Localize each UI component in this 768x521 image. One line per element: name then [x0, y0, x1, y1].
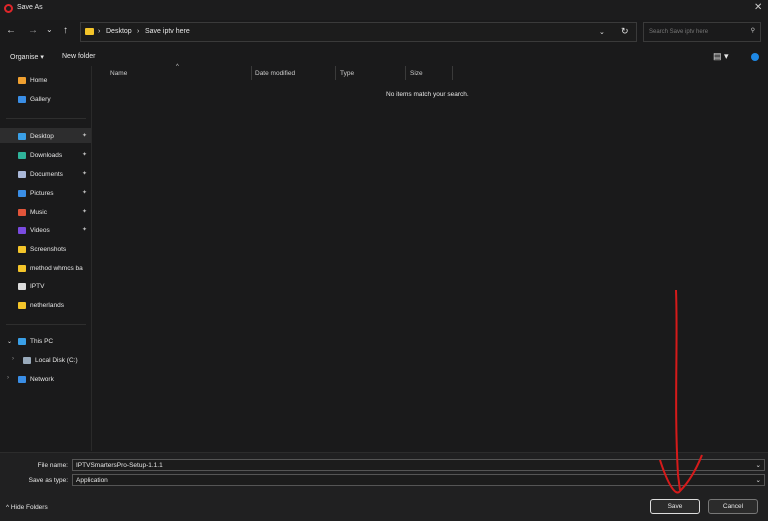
pin-icon[interactable]: ✦ [82, 170, 87, 177]
label: Screenshots [30, 246, 66, 253]
chevron-down-icon[interactable]: ⌄ [756, 461, 761, 469]
save-as-type-label: Save as type: [0, 477, 68, 484]
videos-icon [18, 227, 26, 234]
label: Music [30, 209, 47, 216]
sidebar-item-iptv[interactable]: IPTV [18, 279, 90, 293]
search-input[interactable]: Search Save iptv here ⚲ [643, 22, 761, 42]
label: netherlands [30, 302, 64, 309]
column-size[interactable]: Size [410, 70, 423, 77]
sidebar-item-netherlands[interactable]: netherlands [18, 298, 90, 312]
title-bar: Save As ✕ [0, 0, 768, 20]
close-icon[interactable]: ✕ [754, 2, 762, 13]
label: Desktop [30, 133, 54, 140]
column-type[interactable]: Type [340, 70, 354, 77]
folder-icon [85, 28, 94, 35]
expand-chevron-icon[interactable]: ⌄ [7, 338, 12, 345]
navigation-pane [0, 66, 92, 451]
search-placeholder: Search Save iptv here [649, 29, 708, 35]
label: Local Disk (C:) [35, 357, 78, 364]
expand-chevron-icon[interactable]: › [12, 356, 14, 362]
sidebar-item-this-pc[interactable]: This PC [18, 334, 90, 348]
breadcrumb-desktop[interactable]: Desktop [106, 28, 132, 35]
desktop-icon [18, 133, 26, 140]
refresh-icon[interactable]: ↻ [621, 26, 629, 37]
recent-chevron-icon[interactable]: ⌄ [46, 25, 53, 34]
label: Videos [30, 227, 50, 234]
sort-up-icon: ^ [176, 64, 179, 70]
sidebar-item-local-disk[interactable]: Local Disk (C:) [23, 353, 95, 367]
file-name-label: File name: [0, 462, 68, 469]
column-name[interactable]: Name [110, 70, 127, 77]
sidebar-item-music[interactable]: Music [18, 205, 90, 219]
organise-button[interactable]: Organise ▾ [10, 53, 44, 61]
label: Gallery [30, 96, 51, 103]
sidebar-item-network[interactable]: Network [18, 372, 90, 386]
home-icon [18, 77, 26, 84]
pin-icon[interactable]: ✦ [82, 132, 87, 139]
search-icon: ⚲ [751, 27, 755, 34]
label: Documents [30, 171, 63, 178]
breadcrumb-save-iptv-here[interactable]: Save iptv here [145, 28, 190, 35]
chevron-down-icon[interactable]: ⌄ [756, 476, 761, 484]
new-folder-button[interactable]: New folder [62, 53, 95, 60]
pictures-icon [18, 190, 26, 197]
label: IPTV [30, 283, 44, 290]
sidebar-item-method-whmcs-ba[interactable]: method whmcs ba [18, 261, 90, 275]
label: Hide Folders [11, 504, 48, 511]
save-button[interactable]: Save [650, 499, 700, 514]
back-icon[interactable]: ← [6, 25, 16, 36]
sidebar-item-videos[interactable]: Videos [18, 223, 90, 237]
downloads-icon [18, 152, 26, 159]
view-options-icon[interactable]: ▤ ▾ [713, 51, 729, 62]
pin-icon[interactable]: ✦ [82, 226, 87, 233]
details-pane-icon[interactable] [751, 53, 759, 61]
cancel-button[interactable]: Cancel [708, 499, 758, 514]
empty-message: No items match your search. [386, 91, 469, 98]
music-icon [18, 209, 26, 216]
gallery-icon [18, 96, 26, 103]
column-date-modified[interactable]: Date modified [255, 70, 295, 77]
hide-folders-button[interactable]: ^ Hide Folders [6, 504, 48, 511]
address-dropdown-icon[interactable]: ⌄ [599, 28, 605, 36]
label: method whmcs ba [30, 265, 83, 272]
red-arrow-annotation [640, 285, 720, 500]
sidebar-item-pictures[interactable]: Pictures [18, 186, 90, 200]
iptv-icon [18, 283, 26, 290]
expand-chevron-icon[interactable]: › [7, 375, 9, 381]
sidebar-item-gallery[interactable]: Gallery [18, 92, 90, 106]
label: This PC [30, 338, 53, 345]
opera-logo-icon [4, 4, 13, 13]
up-icon[interactable]: ↑ [63, 25, 68, 36]
screenshots-icon [18, 246, 26, 253]
sidebar-item-screenshots[interactable]: Screenshots [18, 242, 90, 256]
method-whmcs-ba-icon [18, 265, 26, 272]
window-title: Save As [17, 4, 43, 11]
sidebar-item-desktop[interactable]: Desktop [18, 129, 90, 143]
netherlands-icon [18, 302, 26, 309]
label: Network [30, 376, 54, 383]
address-bar[interactable]: › Desktop › Save iptv here ⌄ ↻ [80, 22, 637, 42]
documents-icon [18, 171, 26, 178]
sidebar-item-documents[interactable]: Documents [18, 167, 90, 181]
pin-icon[interactable]: ✦ [82, 151, 87, 158]
file-name-value: IPTVSmartersPro-Setup-1.1.1 [76, 462, 163, 469]
pin-icon[interactable]: ✦ [82, 208, 87, 215]
label: Home [30, 77, 47, 84]
network-icon [18, 376, 26, 383]
pin-icon[interactable]: ✦ [82, 189, 87, 196]
label: Downloads [30, 152, 62, 159]
drive-icon [23, 357, 31, 364]
label: Pictures [30, 190, 53, 197]
save-as-type-value: Application [76, 477, 108, 484]
forward-icon[interactable]: → [28, 25, 38, 36]
computer-icon [18, 338, 26, 345]
sidebar-item-home[interactable]: Home [18, 73, 90, 87]
sidebar-item-downloads[interactable]: Downloads [18, 148, 90, 162]
